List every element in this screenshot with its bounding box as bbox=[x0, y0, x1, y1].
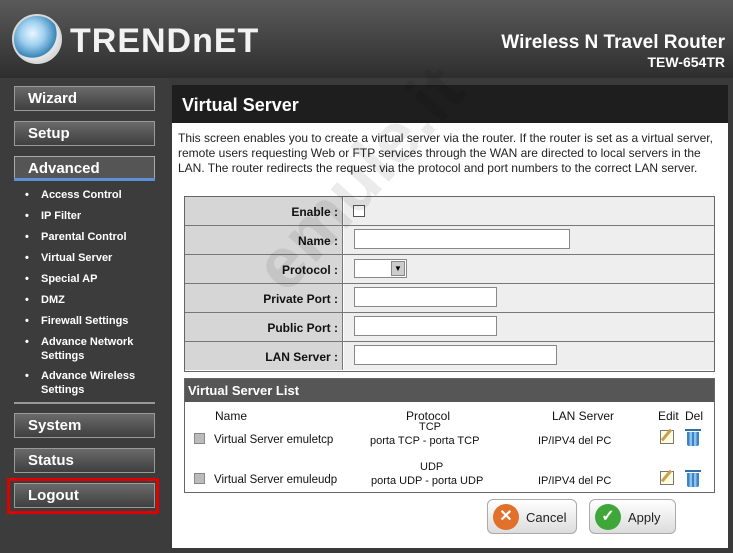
col-header-name: Name bbox=[215, 409, 248, 423]
enable-checkbox[interactable] bbox=[353, 205, 365, 217]
header: TRENDnET Wireless N Travel Router TEW-65… bbox=[0, 0, 733, 78]
col-header-del: Del bbox=[685, 409, 704, 423]
table-row-protocol-type: UDP bbox=[420, 461, 444, 473]
cancel-label: Cancel bbox=[526, 510, 567, 525]
chevron-down-icon: ▼ bbox=[391, 261, 405, 276]
trash-icon[interactable] bbox=[685, 470, 701, 487]
cancel-x-icon: ✕ bbox=[493, 504, 519, 530]
product-name: Wireless N Travel Router bbox=[501, 32, 725, 53]
edit-icon[interactable] bbox=[660, 430, 674, 444]
table-row-protocol-ports: porta UDP - porta UDP bbox=[371, 475, 484, 487]
nav-system-button[interactable]: System bbox=[14, 413, 155, 438]
model-number: TEW-654TR bbox=[647, 54, 725, 70]
apply-button[interactable]: ✓ Apply bbox=[589, 499, 676, 534]
lan-server-row: LAN Server : bbox=[185, 342, 714, 371]
protocol-label: Protocol : bbox=[185, 255, 343, 283]
nav-setup-button[interactable]: Setup bbox=[14, 121, 155, 146]
protocol-select[interactable]: ▼ bbox=[354, 259, 407, 278]
table-row-protocol-type: TCP bbox=[419, 421, 441, 433]
table-row-lan-server: IP/IPV4 del PC bbox=[538, 475, 612, 487]
public-port-row: Public Port : bbox=[185, 313, 714, 342]
private-port-row: Private Port : bbox=[185, 284, 714, 313]
submenu-divider bbox=[14, 402, 155, 404]
virtual-server-list: Virtual Server List Name Protocol LAN Se… bbox=[184, 378, 715, 493]
submenu-advance-wireless-settings[interactable]: • Advance Wireless Settings bbox=[25, 369, 160, 397]
table-row-name: Virtual Server emuletcp bbox=[214, 434, 334, 446]
row-select-checkbox[interactable] bbox=[194, 433, 205, 444]
lan-server-label: LAN Server : bbox=[185, 342, 343, 370]
table-row-protocol-ports: porta TCP - porta TCP bbox=[370, 435, 480, 447]
enable-row: Enable : bbox=[185, 197, 714, 226]
sidebar: Wizard Setup Advanced • Access Control • I… bbox=[0, 78, 170, 553]
table-row-lan-server: IP/IPV4 del PC bbox=[538, 435, 612, 447]
apply-check-icon: ✓ bbox=[595, 504, 621, 530]
page-title: Virtual Server bbox=[172, 85, 728, 123]
virtual-server-form: Enable : Name : Protocol : ▼ Private Por… bbox=[184, 196, 715, 372]
name-input[interactable] bbox=[354, 229, 570, 249]
private-port-input[interactable] bbox=[354, 287, 497, 307]
edit-icon[interactable] bbox=[660, 471, 674, 485]
col-header-lan-server: LAN Server bbox=[552, 409, 615, 423]
col-header-edit: Edit bbox=[658, 409, 679, 423]
brand-logo-text: TRENDnET bbox=[70, 22, 260, 60]
nav-wizard-button[interactable]: Wizard bbox=[14, 86, 155, 111]
row-select-checkbox[interactable] bbox=[194, 473, 205, 484]
advanced-underline bbox=[14, 178, 155, 181]
logout-highlight-box bbox=[7, 478, 159, 514]
name-label: Name : bbox=[185, 226, 343, 254]
cancel-button[interactable]: ✕ Cancel bbox=[487, 499, 577, 534]
list-title: Virtual Server List bbox=[185, 379, 714, 402]
lan-server-input[interactable] bbox=[354, 345, 557, 365]
public-port-label: Public Port : bbox=[185, 313, 343, 341]
enable-label: Enable : bbox=[185, 197, 343, 225]
trendnet-logo-icon bbox=[12, 14, 62, 64]
private-port-label: Private Port : bbox=[185, 284, 343, 312]
trash-icon[interactable] bbox=[685, 429, 701, 446]
main-panel: Virtual Server This screen enables you t… bbox=[172, 85, 728, 548]
name-row: Name : bbox=[185, 226, 714, 255]
protocol-row: Protocol : ▼ bbox=[185, 255, 714, 284]
public-port-input[interactable] bbox=[354, 316, 497, 336]
page-description: This screen enables you to create a virt… bbox=[178, 131, 713, 175]
table-row-name: Virtual Server emuleudp bbox=[214, 474, 338, 486]
apply-label: Apply bbox=[628, 510, 661, 525]
nav-status-button[interactable]: Status bbox=[14, 448, 155, 473]
submenu-advance-network-settings[interactable]: • Advance Network Settings bbox=[25, 335, 160, 363]
